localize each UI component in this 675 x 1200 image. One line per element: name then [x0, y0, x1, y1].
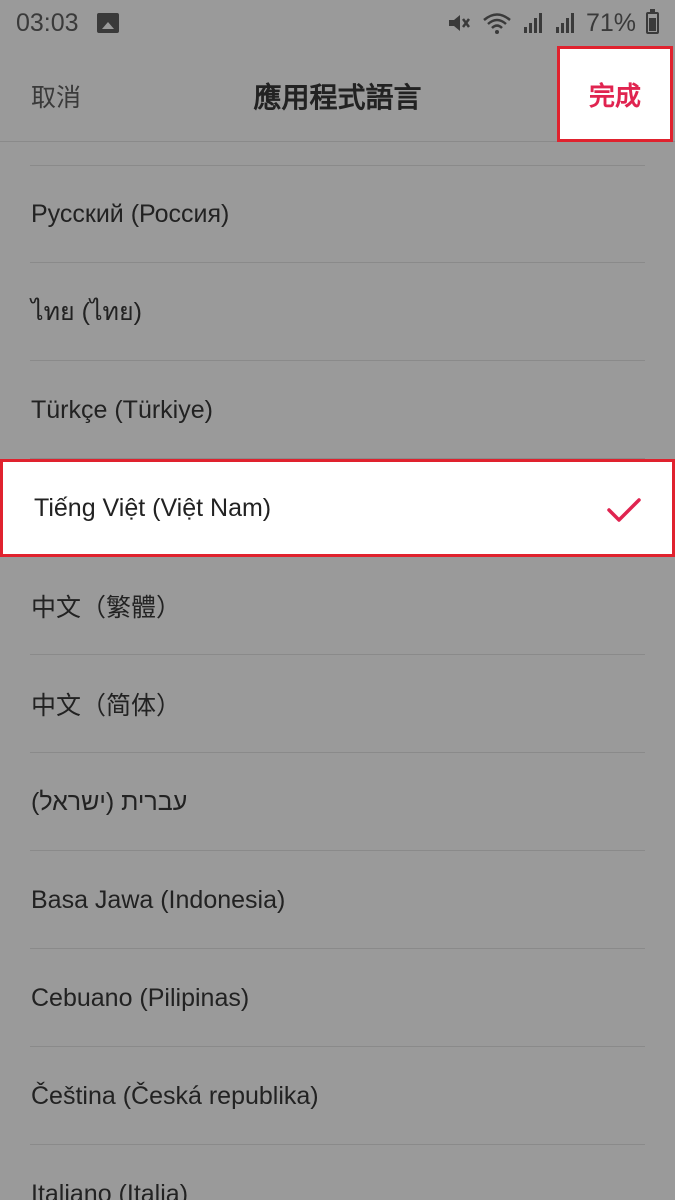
language-option[interactable]: Italiano (Italia): [0, 1145, 675, 1200]
battery-icon: [646, 9, 659, 34]
signal-icon: [555, 13, 574, 33]
language-label: Tiếng Việt (Việt Nam): [34, 493, 272, 522]
language-label: Italiano (Italia): [31, 1179, 189, 1200]
header: 取消 應用程式語言 完成: [0, 46, 675, 142]
screen: 03:03 71% 取消 應用程式語言 完成 Русский (Россия) …: [0, 0, 675, 1200]
language-option[interactable]: Basa Jawa (Indonesia): [0, 851, 675, 949]
language-label: עברית (ישראל): [31, 787, 188, 816]
language-label: 中文（繁體）: [31, 594, 182, 622]
mute-icon: [448, 15, 470, 31]
language-label: Cebuano (Pilipinas): [31, 983, 250, 1012]
language-label: Русский (Россия): [31, 199, 230, 228]
language-option[interactable]: Čeština (Česká republika): [0, 1047, 675, 1145]
language-option[interactable]: ไทย (ไทย): [0, 263, 675, 361]
language-option-selected[interactable]: Tiếng Việt (Việt Nam): [0, 459, 675, 557]
language-label: ไทย (ไทย): [31, 298, 142, 326]
language-option[interactable]: עברית (ישראל): [0, 753, 675, 851]
language-option[interactable]: 中文（简体）: [0, 655, 675, 753]
language-label: Čeština (Česká republika): [31, 1081, 319, 1110]
status-bar: 03:03 71%: [0, 0, 675, 46]
language-option[interactable]: Türkçe (Türkiye): [0, 361, 675, 459]
language-option[interactable]: Cebuano (Pilipinas): [0, 949, 675, 1047]
language-label: Türkçe (Türkiye): [31, 395, 213, 424]
wifi-icon: [483, 13, 511, 34]
language-label: Basa Jawa (Indonesia): [31, 885, 286, 914]
status-time: 03:03: [16, 8, 79, 37]
done-button[interactable]: 完成: [557, 46, 673, 142]
signal-icon: [523, 13, 542, 33]
image-icon: [96, 13, 119, 33]
battery-percent: 71%: [585, 8, 636, 37]
language-list[interactable]: Русский (Россия) ไทย (ไทย) Türkçe (Türki…: [0, 165, 675, 1200]
language-label: 中文（简体）: [31, 692, 182, 720]
language-option[interactable]: 中文（繁體）: [0, 557, 675, 655]
language-option[interactable]: Русский (Россия): [0, 165, 675, 263]
check-icon: [607, 498, 641, 522]
